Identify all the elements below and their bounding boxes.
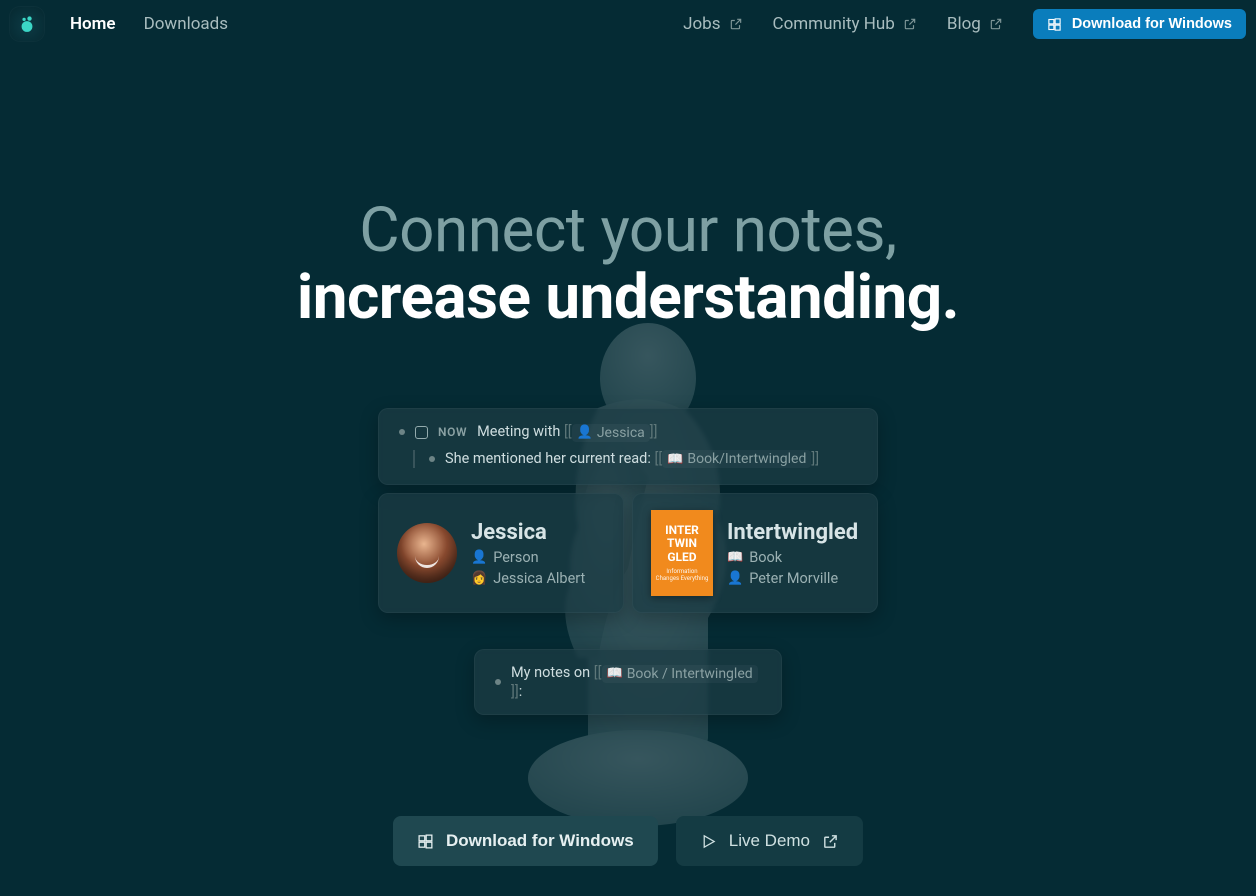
profile-author: 👤Peter Morville [727,570,858,587]
download-button-top[interactable]: Download for Windows [1033,9,1246,39]
note-text: Meeting with [[👤Jessica]] [477,423,657,442]
external-link-icon [989,17,1003,31]
bullet-icon [429,456,435,462]
profile-name: 👩Jessica Albert [471,570,585,587]
note-text: She mentioned her current read: [[📖Book/… [445,450,819,469]
profile-type: 👤Person [471,549,585,566]
wikilink-jessica[interactable]: 👤Jessica [572,424,650,442]
nav-right: Jobs Community Hub Blog Download for Win… [683,9,1246,39]
wikilink-book[interactable]: 📖Book/Intertwingled [662,450,811,468]
note-row-sub: She mentioned her current read: [[📖Book/… [413,450,857,469]
profile-card-jessica[interactable]: Jessica 👤Person 👩Jessica Albert [378,493,624,613]
bullet-icon [399,429,405,435]
nav-jobs-label: Jobs [683,14,720,34]
hero-line2: increase understanding. [0,265,1256,330]
top-nav: Home Downloads Jobs Community Hub Blog [0,0,1256,48]
nav-community-label: Community Hub [773,14,895,34]
book-cover: INTER TWIN GLED Information Changes Ever… [651,510,713,596]
nav-blog-label: Blog [947,14,981,34]
nav-community[interactable]: Community Hub [773,14,917,34]
nav-downloads[interactable]: Downloads [144,14,228,34]
live-demo-label: Live Demo [729,831,810,851]
nav-jobs[interactable]: Jobs [683,14,742,34]
download-button-main[interactable]: Download for Windows [393,816,658,866]
hero: Connect your notes, increase understandi… [0,48,1256,715]
external-link-icon [903,17,917,31]
app-logo[interactable] [10,7,44,41]
profile-row: Jessica 👤Person 👩Jessica Albert INTER TW… [378,493,878,613]
note-text: My notes on [[📖Book / Intertwingled]]: [511,664,761,700]
hero-headline: Connect your notes, increase understandi… [0,198,1256,330]
checkbox-icon [415,426,428,439]
download-button-main-label: Download for Windows [446,831,634,851]
cta-row: Download for Windows Live Demo [393,816,863,866]
profile-type: 📖Book [727,549,858,566]
logo-icon [17,14,37,34]
external-link-icon [729,17,743,31]
windows-icon [417,833,434,850]
note-card-meeting: NOW Meeting with [[👤Jessica]] She mentio… [378,408,878,485]
profile-card-book[interactable]: INTER TWIN GLED Information Changes Ever… [632,493,878,613]
profile-title: Intertwingled [727,520,858,545]
hero-line1: Connect your notes, [359,194,896,267]
live-demo-button[interactable]: Live Demo [676,816,863,866]
note-card-mynotes: My notes on [[📖Book / Intertwingled]]: [474,649,782,715]
bullet-icon [495,679,501,685]
now-tag: NOW [438,425,467,439]
nav-blog[interactable]: Blog [947,14,1003,34]
windows-icon [1047,17,1062,32]
wikilink-book[interactable]: 📖Book / Intertwingled [602,665,758,683]
cards-stack: NOW Meeting with [[👤Jessica]] She mentio… [378,408,878,715]
profile-title: Jessica [471,520,585,545]
external-link-icon [822,833,839,850]
nav-left: Home Downloads [70,14,228,34]
note-row: NOW Meeting with [[👤Jessica]] [399,423,857,442]
play-icon [700,833,717,850]
avatar [397,523,457,583]
nav-home[interactable]: Home [70,14,116,34]
download-button-top-label: Download for Windows [1072,16,1232,32]
